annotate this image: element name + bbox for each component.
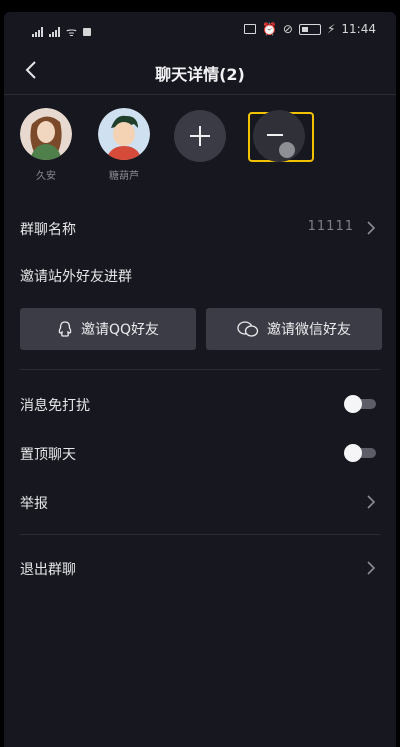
invite-section-title: 邀请站外好友进群	[20, 269, 132, 285]
navigation-bar: 聊天详情(2)	[4, 48, 396, 95]
report-row[interactable]: 举报	[20, 484, 380, 520]
notification-icon	[82, 27, 91, 36]
mute-toggle-knob	[344, 395, 362, 413]
remove-member-button[interactable]	[253, 110, 305, 162]
member-avatar	[98, 108, 150, 160]
minus-icon	[267, 134, 283, 136]
invite-wechat-label: 邀请微信好友	[267, 322, 351, 338]
section-divider	[20, 534, 380, 535]
wifi-icon: ᯤ	[66, 25, 77, 39]
battery-icon	[298, 23, 321, 35]
report-label: 举报	[20, 496, 48, 512]
member-name: 糖葫芦	[109, 171, 139, 182]
member-item[interactable]: 糖葫芦	[96, 108, 152, 182]
charging-icon: ⚡	[326, 22, 336, 36]
exit-group-row[interactable]: 退出群聊	[20, 550, 380, 586]
page-title: 聊天详情(2)	[155, 65, 245, 84]
clock-time: 11:44	[341, 22, 376, 36]
mute-toggle[interactable]	[344, 395, 376, 413]
pin-toggle-knob	[344, 444, 362, 462]
invite-qq-button[interactable]: 邀请QQ好友	[20, 308, 196, 350]
status-bar: ᯤ ⏰ ⊘ ⚡ 11:44	[4, 12, 396, 48]
chevron-right-icon	[367, 561, 376, 575]
chevron-right-icon	[367, 221, 376, 235]
group-name-label: 群聊名称	[20, 222, 76, 238]
nfc-icon	[243, 24, 256, 34]
invite-wechat-button[interactable]: 邀请微信好友	[206, 308, 382, 350]
group-name-row[interactable]: 群聊名称 11111	[20, 210, 380, 246]
section-divider	[20, 369, 380, 370]
pin-toggle[interactable]	[344, 444, 376, 462]
member-name: 久安	[36, 171, 56, 182]
vibrate-icon: ⊘	[282, 22, 293, 36]
invite-qq-label: 邀请QQ好友	[80, 322, 160, 338]
wechat-icon	[237, 321, 259, 337]
exit-group-label: 退出群聊	[20, 562, 76, 578]
signal-icon	[32, 26, 43, 37]
pin-label: 置顶聊天	[20, 447, 76, 463]
member-item[interactable]: 久安	[18, 108, 74, 182]
plus-icon-vertical	[199, 126, 201, 146]
member-avatar	[20, 108, 72, 160]
add-member-button[interactable]	[174, 110, 226, 162]
mute-label: 消息免打扰	[20, 398, 90, 414]
group-name-value: 11111	[307, 219, 354, 234]
signal-2-icon	[49, 26, 60, 37]
tap-indicator	[279, 142, 295, 158]
alarm-icon: ⏰	[261, 22, 277, 36]
chat-details-screen: ᯤ ⏰ ⊘ ⚡ 11:44 聊天详情(2) 久安 糖葫芦 群聊名称 11111 …	[4, 12, 396, 747]
chevron-right-icon	[367, 495, 376, 509]
status-right: ⏰ ⊘ ⚡ 11:44	[243, 22, 376, 36]
pin-chat-row: 置顶聊天	[20, 435, 380, 471]
status-left: ᯤ	[32, 23, 91, 40]
qq-icon	[58, 321, 72, 337]
mute-notifications-row: 消息免打扰	[20, 386, 380, 422]
